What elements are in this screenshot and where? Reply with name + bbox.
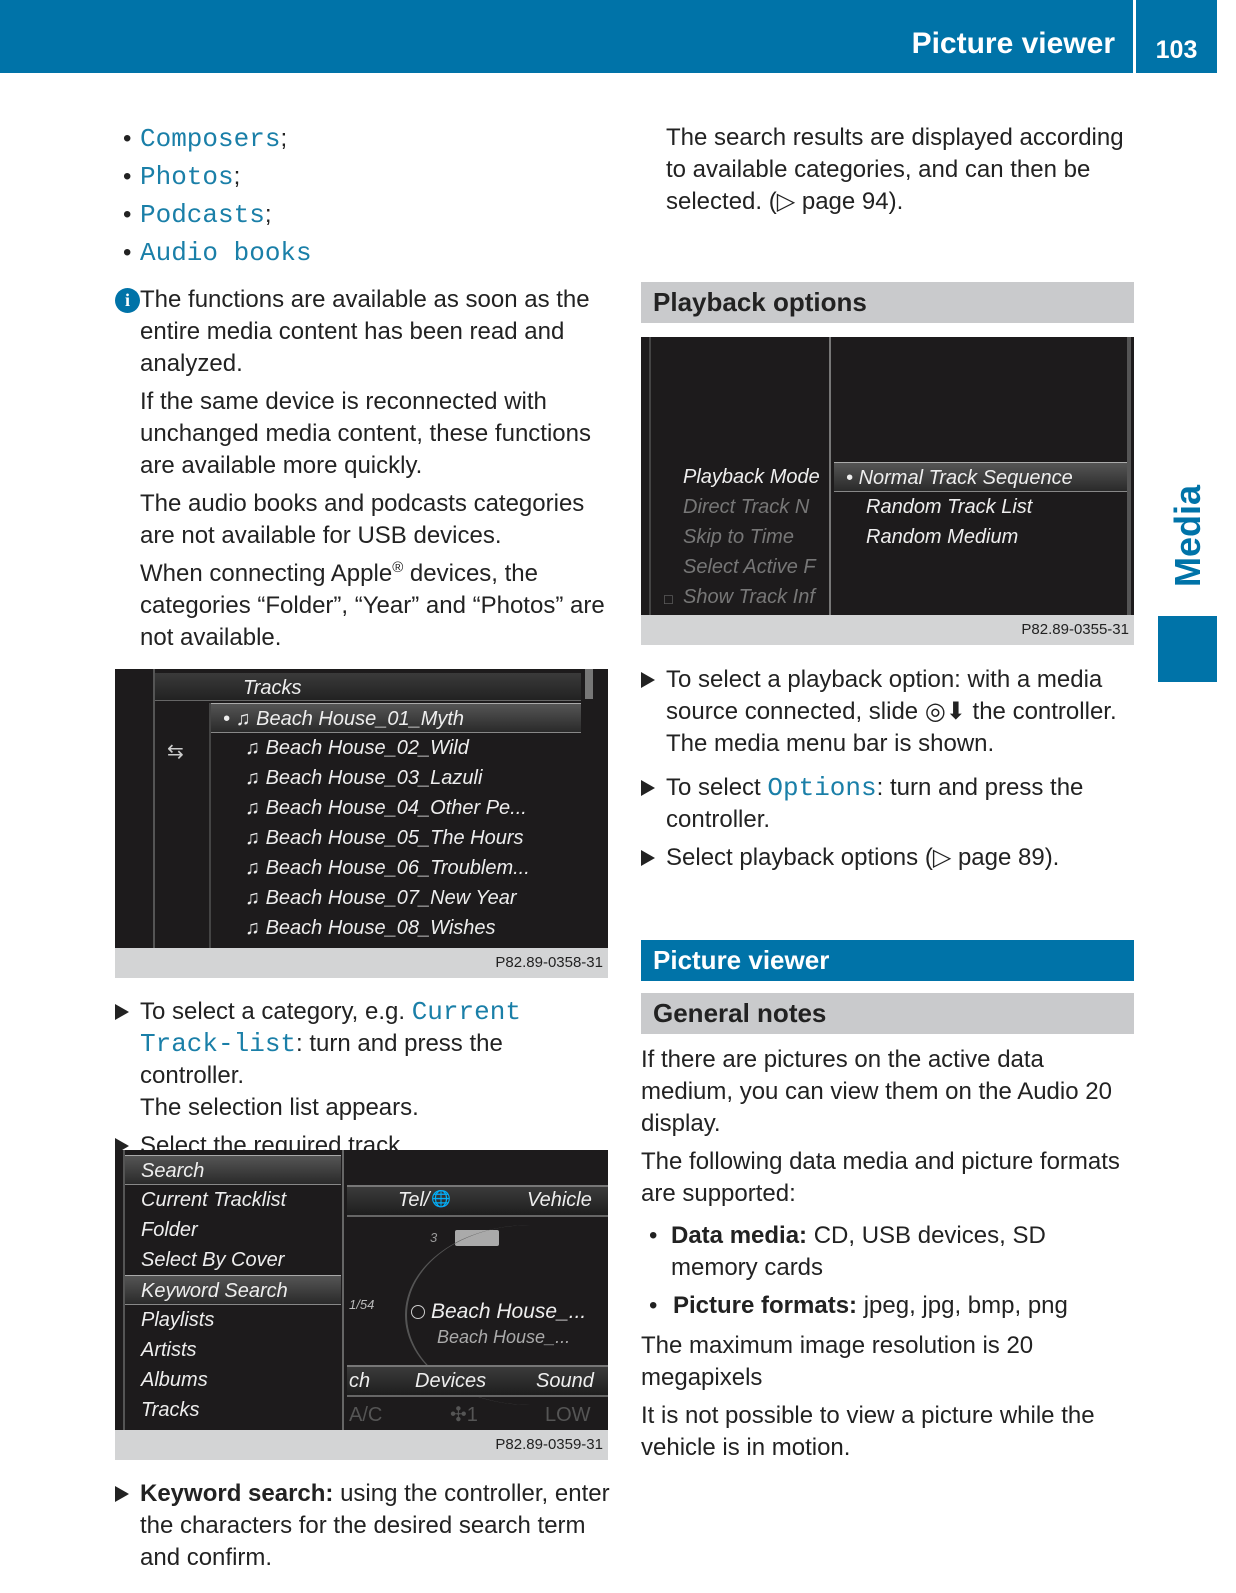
link[interactable]: Podcasts xyxy=(140,200,265,230)
option-item[interactable]: Random Medium xyxy=(834,522,1127,552)
music-note-icon: ♫ xyxy=(245,857,260,879)
side-tab-label: Media xyxy=(1167,484,1208,588)
menu-item-select-by-cover[interactable]: Select By Cover xyxy=(125,1245,341,1275)
header-title: Picture viewer xyxy=(911,27,1115,60)
list-item: Composers; xyxy=(115,120,610,158)
menu-item[interactable]: Playback Mode xyxy=(683,462,829,492)
menu-item-playlists[interactable]: Playlists xyxy=(125,1305,341,1335)
devices-tab[interactable]: Devices xyxy=(415,1366,486,1396)
info-icon: i xyxy=(115,288,140,313)
list-item: Podcasts; xyxy=(115,196,610,234)
track-item[interactable]: • ♫ Beach House_01_Myth xyxy=(211,703,581,733)
menu-item-albums[interactable]: Albums xyxy=(125,1365,341,1395)
link[interactable]: Audio books xyxy=(140,238,312,268)
info-note: i The functions are available as soon as… xyxy=(115,284,610,654)
track-item[interactable]: ♫ Beach House_07_New Year xyxy=(211,883,581,913)
tracks-screenshot: Tracks ⇆ • ♫ Beach House_01_Myth ♫ Beach … xyxy=(115,669,608,948)
checkbox-icon[interactable]: ☐ xyxy=(663,585,674,615)
link[interactable]: Composers xyxy=(140,124,280,154)
option-item[interactable]: Random Track List xyxy=(834,492,1127,522)
menu-item[interactable]: Direct Track N xyxy=(683,492,829,522)
music-note-icon: ♫ xyxy=(245,767,260,789)
step: To select Options: turn and press the co… xyxy=(641,772,1136,836)
list-item: Audio books xyxy=(115,234,610,272)
search-screenshot: Search Current Tracklist Folder Select By C… xyxy=(115,1150,608,1430)
step: To select a playback option: with a medi… xyxy=(641,664,1136,760)
fan-icon: ✣1 xyxy=(450,1404,478,1426)
music-note-icon: ♫ xyxy=(245,917,260,939)
track-item[interactable]: ♫ Beach House_04_Other Pe... xyxy=(211,793,581,823)
track-item[interactable]: ♫ Beach House_08_Wishes xyxy=(211,913,581,943)
subsection-heading: General notes xyxy=(641,993,1134,1034)
step: To select a category, e.g. Current Track… xyxy=(115,996,610,1124)
link[interactable]: Photos xyxy=(140,162,234,192)
menu-item-current-tracklist[interactable]: Current Tracklist xyxy=(125,1185,341,1215)
track-item[interactable]: ♫ Beach House_02_Wild xyxy=(211,733,581,763)
figure-caption: P82.89-0355-31 xyxy=(641,615,1134,645)
side-tab-marker xyxy=(1158,616,1217,682)
track-item[interactable]: ♫ Beach House_06_Troublem... xyxy=(211,853,581,883)
figure-caption: P82.89-0358-31 xyxy=(115,948,608,978)
menu-item-keyword-search[interactable]: Keyword Search xyxy=(125,1275,341,1305)
section-heading: Playback options xyxy=(641,282,1134,323)
link[interactable]: Options xyxy=(767,773,876,803)
track-item[interactable]: ♫ Beach House_05_The Hours xyxy=(211,823,581,853)
track-item[interactable]: ♫ Beach House_03_Lazuli xyxy=(211,763,581,793)
music-note-icon: ♫ xyxy=(245,797,260,819)
menu-item[interactable]: Select Active F xyxy=(683,552,829,582)
step: Select playback options (▷ page 89). xyxy=(641,842,1136,874)
menu-item-folder[interactable]: Folder xyxy=(125,1215,341,1245)
figure-caption: P82.89-0359-31 xyxy=(115,1430,608,1460)
music-note-icon: ♫ xyxy=(245,887,260,909)
list-item: Photos; xyxy=(115,158,610,196)
list-item: Data media: CD, USB devices, SD memory c… xyxy=(641,1220,1136,1284)
playback-screenshot: Playback Mode Direct Track N Skip to Time S… xyxy=(641,337,1134,615)
side-tab: Media xyxy=(1158,470,1217,620)
menu-item-search[interactable]: Search xyxy=(125,1155,341,1185)
screen-title: Tracks xyxy=(155,673,581,701)
music-note-icon: ♫ xyxy=(245,827,260,849)
option-item[interactable]: • Normal Track Sequence xyxy=(834,462,1127,492)
intro-text: The search results are displayed accordi… xyxy=(666,124,1124,215)
page-number: 103 xyxy=(1155,36,1198,64)
page-header: Picture viewer 103 xyxy=(0,0,1217,73)
music-note-icon: ♫ xyxy=(245,737,260,759)
globe-icon: 🌐 xyxy=(431,1191,451,1208)
menu-item[interactable]: Show Track Inf xyxy=(683,582,829,612)
back-icon: ⇆ xyxy=(167,741,184,763)
list-item: Picture formats: jpeg, jpg, bmp, png xyxy=(641,1290,1136,1322)
sound-tab[interactable]: Sound xyxy=(536,1366,594,1396)
step: Keyword search: using the controller, en… xyxy=(115,1478,610,1574)
apple-note: When connecting Apple® devices, the cate… xyxy=(140,559,605,651)
section-heading: Picture viewer xyxy=(641,940,1134,981)
menu-item-artists[interactable]: Artists xyxy=(125,1335,341,1365)
left-column: Composers; Photos; Podcasts; Audio books… xyxy=(115,120,610,660)
menu-item[interactable]: Skip to Time xyxy=(683,522,829,552)
music-note-icon: ♫ xyxy=(235,708,251,730)
menu-item-tracks[interactable]: Tracks xyxy=(125,1395,341,1425)
